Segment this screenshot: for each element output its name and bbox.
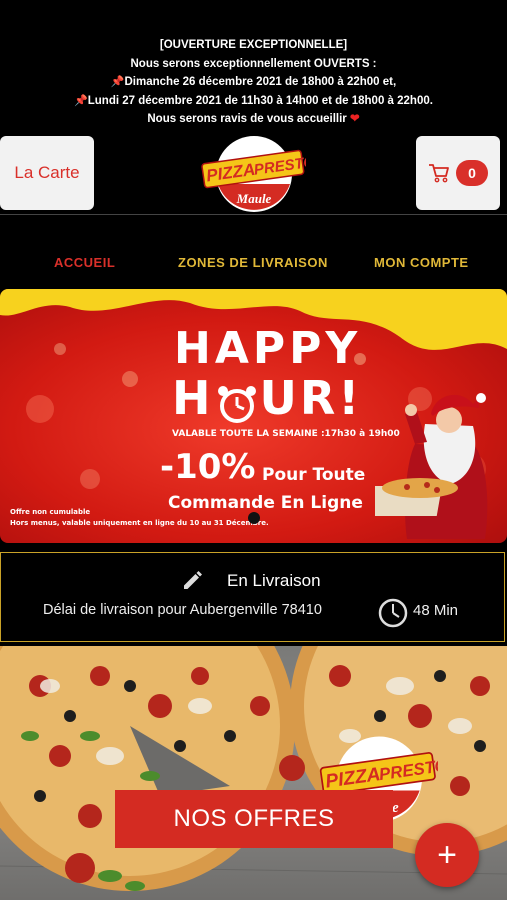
announcement-line-with-heart: Nous serons ravis de vous accueillir ❤: [0, 110, 507, 129]
banner-note2: Hors menus, valable uniquement en ligne …: [10, 519, 269, 527]
clock-icon: [378, 598, 408, 628]
nav-zones-de-livraison[interactable]: ZONES DE LIVRAISON: [178, 255, 328, 270]
cart-icon: [429, 164, 449, 183]
pencil-icon[interactable]: [181, 568, 205, 592]
delivery-delay-text: Délai de livraison pour Aubergenville 78…: [43, 602, 322, 618]
header-divider: [0, 214, 507, 215]
nos-offres-button[interactable]: NOS OFFRES: [115, 790, 393, 848]
promo-banner[interactable]: HAPPY H UR! VALABLE TOUTE LA SEMAINE :17h…: [0, 289, 507, 543]
nav-mon-compte[interactable]: MON COMPTE: [374, 255, 469, 270]
menu-button-label: La Carte: [14, 163, 80, 182]
announcement-line: Nous serons exceptionnellement OUVERTS :: [130, 57, 377, 70]
add-button[interactable]: +: [415, 823, 479, 887]
announcement-line-with-pin: 📌Lundi 27 décembre 2021 de 11h30 à 14h00…: [0, 92, 507, 111]
pushpin-icon: 📌: [74, 94, 88, 107]
logo-town: Maule: [236, 191, 272, 206]
banner-discount: -10%: [160, 447, 256, 487]
nav-accueil[interactable]: ACCUEIL: [54, 255, 115, 270]
announcement-line-with-pin: 📌Dimanche 26 décembre 2021 de 18h00 à 22…: [0, 73, 507, 92]
plus-icon: +: [437, 835, 457, 874]
heart-icon: ❤: [349, 113, 360, 125]
banner-offer-line2: Commande En Ligne: [168, 493, 363, 513]
cart-button[interactable]: 0: [416, 136, 500, 210]
santa-illustration: [375, 393, 488, 539]
menu-button[interactable]: La Carte: [0, 136, 94, 210]
nos-offres-label: NOS OFFRES: [173, 805, 335, 832]
pizza-presto-logo[interactable]: PIZZA PRESTO Maule: [200, 132, 306, 212]
delivery-info[interactable]: En Livraison Délai de livraison pour Aub…: [0, 552, 505, 642]
banner-offer-line1: Pour Toute: [262, 465, 366, 485]
announcement-line: Nous serons ravis de vous accueillir: [147, 113, 347, 125]
cart-count-badge: 0: [456, 160, 488, 186]
announcement-line: Lundi 27 décembre 2021 de 11h30 à 14h00 …: [87, 94, 433, 107]
delivery-time: 48 Min: [413, 602, 459, 619]
announcement-line: [OUVERTURE EXCEPTIONNELLE]: [159, 39, 348, 51]
banner-title-happy: HAPPY: [174, 323, 362, 374]
banner-note1: Offre non cumulable: [10, 508, 91, 516]
announcement: [OUVERTURE EXCEPTIONNELLE] Nous serons e…: [0, 36, 507, 129]
banner-title-ur: UR!: [259, 371, 363, 425]
alarm-clock-icon: [214, 382, 260, 423]
carousel-indicator[interactable]: [248, 512, 260, 524]
announcement-line: Dimanche 26 décembre 2021 de 18h00 à 22h…: [124, 76, 397, 88]
delivery-mode: En Livraison: [227, 571, 321, 590]
banner-title-h: H: [172, 371, 214, 425]
pushpin-icon: 📌: [110, 76, 125, 88]
banner-validity: VALABLE TOUTE LA SEMAINE :17h30 à 19h00: [172, 429, 400, 439]
